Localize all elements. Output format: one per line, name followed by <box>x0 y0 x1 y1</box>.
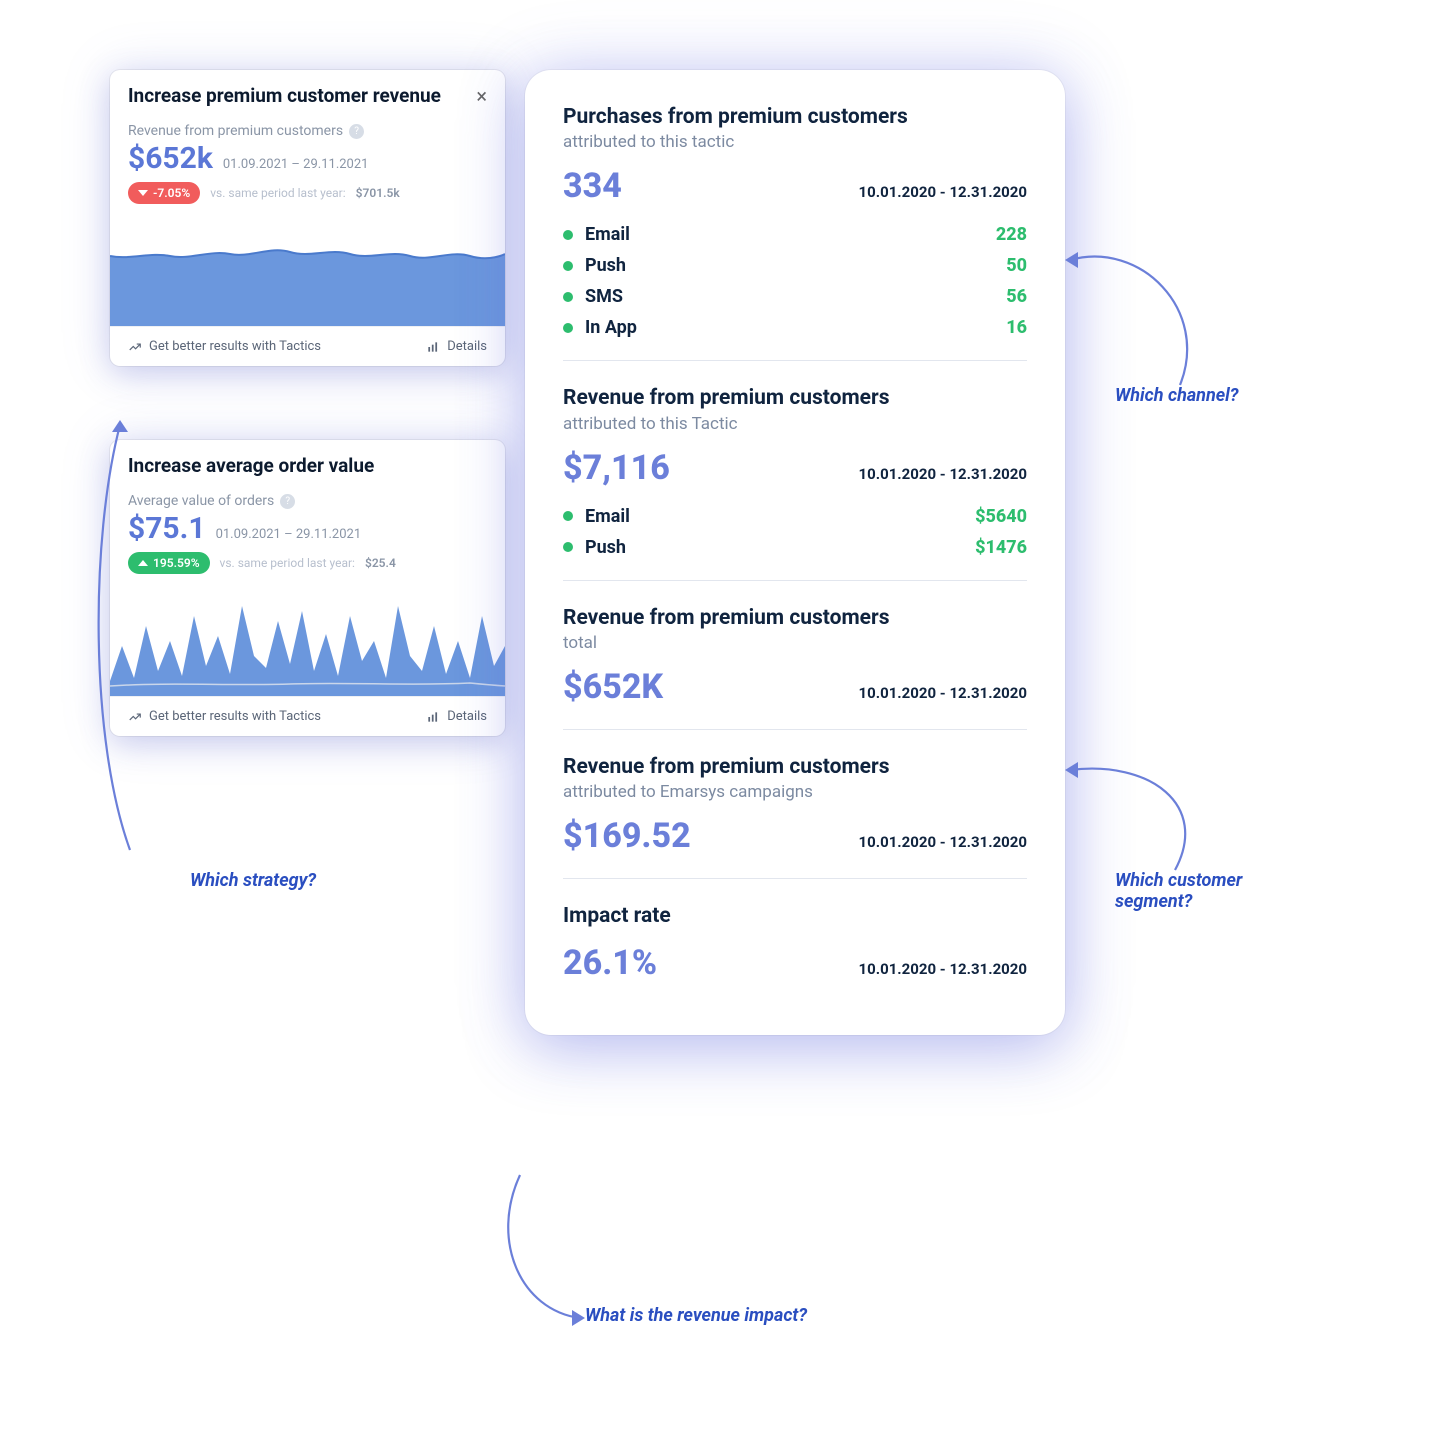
mini-chart <box>110 586 505 696</box>
metric-label: Revenue from premium customers <box>128 123 343 139</box>
tactics-link[interactable]: Get better results with Tactics <box>128 339 321 354</box>
card-title: Increase average order value <box>128 454 374 477</box>
channel-row: SMS 56 <box>563 286 1027 307</box>
caret-down-icon <box>138 190 148 196</box>
dot-icon <box>563 323 573 333</box>
section-subtitle: attributed to Emarsys campaigns <box>563 782 1027 802</box>
metric-value: $652k <box>128 141 213 176</box>
compare-label: vs. same period last year: <box>220 556 355 570</box>
section-value: $7,116 <box>563 448 670 488</box>
section-subtitle: attributed to this Tactic <box>563 414 1027 434</box>
channel-row: Push 50 <box>563 255 1027 276</box>
bar-chart-icon <box>426 710 440 724</box>
strategy-card-aov: Increase average order value Average val… <box>110 440 505 736</box>
channel-name: In App <box>585 317 637 338</box>
section-title: Revenue from premium customers <box>563 754 1027 780</box>
trend-up-icon <box>128 710 142 724</box>
tactic-detail-panel: Purchases from premium customers attribu… <box>525 70 1065 1035</box>
metric-date-range: 01.09.2021 – 29.11.2021 <box>216 527 362 542</box>
dot-icon <box>563 542 573 552</box>
tactics-link[interactable]: Get better results with Tactics <box>128 709 321 724</box>
channel-row: Push $1476 <box>563 537 1027 558</box>
compare-value: $25.4 <box>365 556 396 570</box>
metric-label: Average value of orders <box>128 493 274 509</box>
bar-chart-icon <box>426 340 440 354</box>
close-icon[interactable]: × <box>476 86 487 106</box>
annotation-arrow <box>1060 240 1220 400</box>
dot-icon <box>563 511 573 521</box>
section-date: 10.01.2020 - 12.31.2020 <box>859 684 1027 702</box>
dot-icon <box>563 230 573 240</box>
channel-name: SMS <box>585 286 623 307</box>
annotation-strategy: Which strategy? <box>190 870 316 891</box>
section-revenue-emarsys: Revenue from premium customers attribute… <box>563 729 1027 878</box>
channel-value: $1476 <box>975 537 1027 558</box>
channel-name: Push <box>585 255 626 276</box>
channel-name: Email <box>585 506 630 527</box>
channel-value: 16 <box>1006 317 1027 338</box>
channel-name: Email <box>585 224 630 245</box>
caret-up-icon <box>138 560 148 566</box>
card-title: Increase premium customer revenue <box>128 84 441 107</box>
channel-name: Push <box>585 537 626 558</box>
channel-value: $5640 <box>975 506 1027 527</box>
section-date: 10.01.2020 - 12.31.2020 <box>859 183 1027 201</box>
annotation-segment: Which customer segment? <box>1115 870 1295 912</box>
channel-list: Email 228 Push 50 SMS 56 In App 16 <box>563 224 1027 338</box>
metric-date-range: 01.09.2021 – 29.11.2021 <box>223 157 369 172</box>
section-value: $169.52 <box>563 816 691 856</box>
section-title: Purchases from premium customers <box>563 104 1027 130</box>
channel-value: 228 <box>996 224 1027 245</box>
delta-badge: -7.05% <box>128 182 200 204</box>
compare-label: vs. same period last year: <box>210 186 345 200</box>
delta-value: -7.05% <box>153 186 190 200</box>
section-subtitle: total <box>563 633 1027 653</box>
channel-list: Email $5640 Push $1476 <box>563 506 1027 558</box>
section-value: 334 <box>563 166 622 206</box>
section-date: 10.01.2020 - 12.31.2020 <box>859 960 1027 978</box>
section-revenue-total: Revenue from premium customers total $65… <box>563 580 1027 729</box>
details-link[interactable]: Details <box>426 339 487 354</box>
metric-value: $75.1 <box>128 511 206 546</box>
strategy-card-revenue: Increase premium customer revenue × Reve… <box>110 70 505 366</box>
channel-value: 56 <box>1006 286 1027 307</box>
section-revenue-tactic: Revenue from premium customers attribute… <box>563 360 1027 579</box>
channel-value: 50 <box>1006 255 1027 276</box>
annotation-channel: Which channel? <box>1115 385 1239 406</box>
compare-value: $701.5k <box>356 186 400 200</box>
annotation-impact: What is the revenue impact? <box>585 1305 807 1326</box>
trend-up-icon <box>128 340 142 354</box>
delta-badge: 195.59% <box>128 552 210 574</box>
section-date: 10.01.2020 - 12.31.2020 <box>859 833 1027 851</box>
section-title: Revenue from premium customers <box>563 605 1027 631</box>
mini-chart <box>110 216 505 326</box>
channel-row: In App 16 <box>563 317 1027 338</box>
dot-icon <box>563 292 573 302</box>
dot-icon <box>563 261 573 271</box>
section-subtitle: attributed to this tactic <box>563 132 1027 152</box>
annotation-arrow <box>1060 755 1220 885</box>
details-link[interactable]: Details <box>426 709 487 724</box>
annotation-arrow <box>490 1170 610 1330</box>
channel-row: Email 228 <box>563 224 1027 245</box>
section-value: 26.1% <box>563 943 657 983</box>
section-value: $652K <box>563 667 663 707</box>
channel-row: Email $5640 <box>563 506 1027 527</box>
section-impact: Impact rate 26.1% 10.01.2020 - 12.31.202… <box>563 878 1027 1005</box>
section-date: 10.01.2020 - 12.31.2020 <box>859 465 1027 483</box>
delta-value: 195.59% <box>153 556 200 570</box>
help-icon[interactable]: ? <box>349 124 364 139</box>
section-purchases: Purchases from premium customers attribu… <box>563 104 1027 360</box>
section-title: Impact rate <box>563 903 1027 929</box>
section-title: Revenue from premium customers <box>563 385 1027 411</box>
help-icon[interactable]: ? <box>280 494 295 509</box>
